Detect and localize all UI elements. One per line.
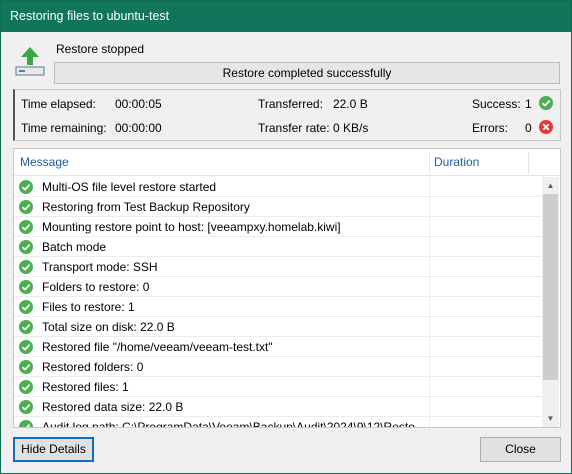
log-row[interactable]: Files to restore: 1	[14, 297, 542, 317]
log-duration	[429, 297, 430, 317]
log-message: Batch mode	[42, 240, 107, 254]
log-message: Restored folders: 0	[42, 360, 144, 374]
check-circle-icon	[19, 340, 33, 354]
log-message: Total size on disk: 22.0 B	[42, 320, 175, 334]
window-title: Restoring files to ubuntu-test	[10, 9, 170, 23]
check-circle-icon	[19, 180, 33, 194]
log-duration	[429, 357, 430, 377]
log-row[interactable]: Folders to restore: 0	[14, 277, 542, 297]
log-row[interactable]: Audit log path: C:\ProgramData\Veeam\Bac…	[14, 417, 542, 428]
scroll-down-arrow-icon[interactable]: ▼	[542, 410, 559, 427]
log-rows: Multi-OS file level restore started Resto…	[14, 177, 542, 428]
log-duration	[429, 277, 430, 297]
log-message: Transport mode: SSH	[42, 260, 158, 274]
progress-bar: Restore completed successfully	[54, 62, 560, 84]
log-row[interactable]: Restored folders: 0	[14, 357, 542, 377]
time-remaining-value: 00:00:00	[115, 121, 162, 135]
check-circle-icon	[19, 320, 33, 334]
column-separator[interactable]	[429, 152, 430, 174]
log-row[interactable]: Restored data size: 22.0 B	[14, 397, 542, 417]
log-row[interactable]: Restored files: 1	[14, 377, 542, 397]
errors-label: Errors:	[472, 121, 508, 135]
transferred-value: 22.0 B	[333, 97, 368, 111]
log-message: Files to restore: 1	[42, 300, 135, 314]
log-duration	[429, 217, 430, 237]
time-elapsed-value: 00:00:05	[115, 97, 162, 111]
log-message: Restoring from Test Backup Repository	[42, 200, 250, 214]
log-message: Audit log path: C:\ProgramData\Veeam\Bac…	[42, 420, 415, 428]
log-message: Multi-OS file level restore started	[42, 180, 217, 194]
column-separator[interactable]	[528, 152, 529, 174]
check-circle-icon	[19, 360, 33, 374]
log-duration	[429, 237, 430, 257]
check-circle-icon	[19, 420, 33, 427]
transfer-rate-value: 0 KB/s	[333, 121, 369, 135]
check-circle-icon	[19, 280, 33, 294]
check-circle-icon	[19, 300, 33, 314]
column-header-duration[interactable]: Duration	[434, 155, 479, 169]
log-row[interactable]: Batch mode	[14, 237, 542, 257]
log-row[interactable]: Restored file "/home/veeam/veeam-test.tx…	[14, 337, 542, 357]
check-circle-icon	[19, 240, 33, 254]
vertical-scrollbar[interactable]: ▲ ▼	[542, 177, 559, 427]
x-circle-icon	[539, 120, 553, 134]
log-row[interactable]: Restoring from Test Backup Repository	[14, 197, 542, 217]
log-message: Mounting restore point to host: [veeampx…	[42, 220, 341, 234]
title-bar: Restoring files to ubuntu-test	[1, 1, 571, 32]
log-duration	[429, 397, 430, 417]
check-circle-icon	[19, 260, 33, 274]
stats-panel: Time elapsed: 00:00:05 Time remaining: 0…	[13, 89, 561, 141]
scroll-thumb[interactable]	[543, 194, 558, 380]
log-row[interactable]: Mounting restore point to host: [veeampx…	[14, 217, 542, 237]
check-circle-icon	[19, 400, 33, 414]
time-elapsed-label: Time elapsed:	[21, 97, 96, 111]
log-message: Restored files: 1	[42, 380, 129, 394]
log-duration	[429, 257, 430, 277]
time-remaining-label: Time remaining:	[21, 121, 107, 135]
check-circle-icon	[539, 96, 553, 110]
check-circle-icon	[19, 380, 33, 394]
restore-dialog: Restoring files to ubuntu-test Restore s…	[0, 0, 572, 474]
log-duration	[429, 317, 430, 337]
log-message: Folders to restore: 0	[42, 280, 150, 294]
log-message: Restored data size: 22.0 B	[42, 400, 184, 414]
close-button[interactable]: Close	[480, 437, 561, 462]
log-row[interactable]: Total size on disk: 22.0 B	[14, 317, 542, 337]
log-duration	[429, 417, 430, 427]
transfer-rate-label: Transfer rate:	[258, 121, 330, 135]
log-row[interactable]: Multi-OS file level restore started	[14, 177, 542, 197]
scroll-up-arrow-icon[interactable]: ▲	[542, 177, 559, 194]
success-label: Success:	[472, 97, 521, 111]
check-circle-icon	[19, 220, 33, 234]
log-table[interactable]: Message Duration Multi-OS file level res…	[13, 148, 561, 428]
restore-arrow-icon	[15, 47, 45, 76]
status-text: Restore stopped	[56, 42, 145, 56]
log-message: Restored file "/home/veeam/veeam-test.tx…	[42, 340, 273, 354]
log-header: Message Duration	[14, 149, 560, 176]
check-circle-icon	[19, 200, 33, 214]
log-duration	[429, 377, 430, 397]
log-duration	[429, 337, 430, 357]
success-value: 1	[525, 97, 532, 111]
transferred-label: Transferred:	[258, 97, 323, 111]
errors-value: 0	[525, 121, 532, 135]
hide-details-button[interactable]: Hide Details	[13, 437, 94, 462]
column-header-message[interactable]: Message	[20, 155, 69, 169]
log-duration	[429, 177, 430, 197]
progress-text: Restore completed successfully	[222, 66, 392, 80]
log-row[interactable]: Transport mode: SSH	[14, 257, 542, 277]
log-duration	[429, 197, 430, 217]
